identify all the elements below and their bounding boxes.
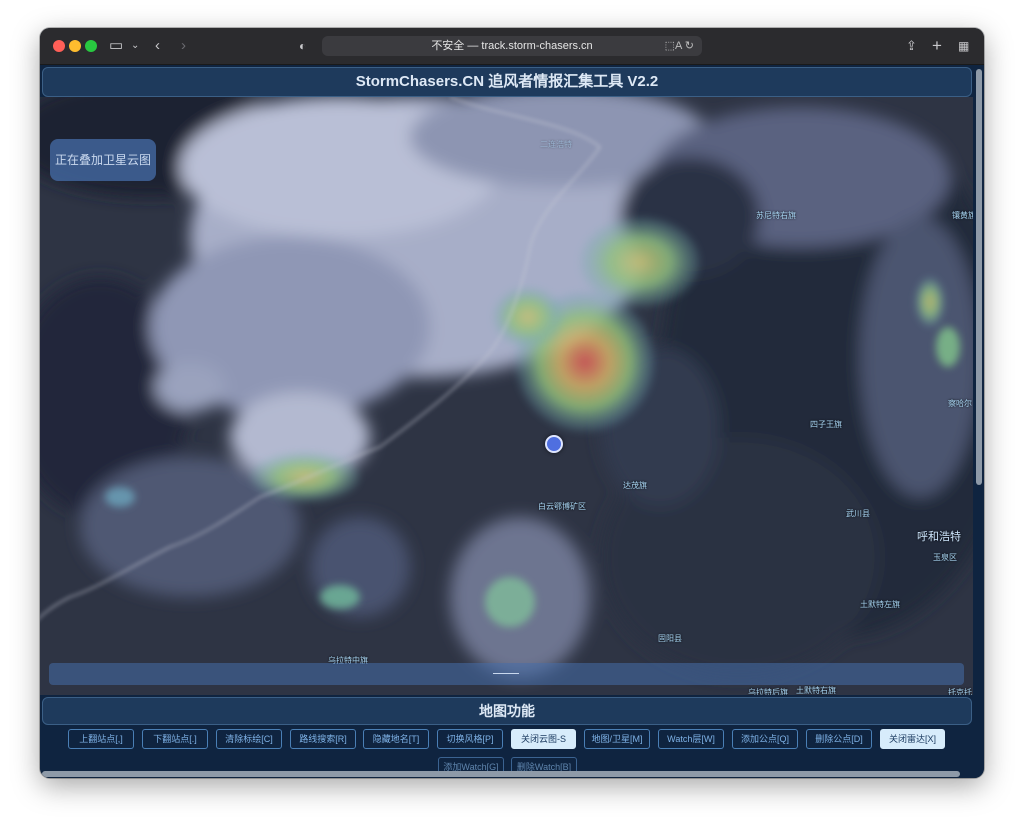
map-label: 二连浩特 <box>540 140 572 149</box>
map-label: 苏尼特右旗 <box>756 211 796 220</box>
map-label: 玉泉区 <box>933 553 957 562</box>
next-station-button[interactable]: 下翻站点[.] <box>142 729 208 749</box>
share-icon[interactable]: ⇪ <box>906 36 917 56</box>
map-label: 达茂旗 <box>623 481 647 490</box>
minimize-window-button[interactable] <box>69 40 81 52</box>
map-label: 土默特右旗 <box>796 686 836 695</box>
map-label: 四子王旗 <box>810 420 842 429</box>
overlay-status-badge: 正在叠加卫星云图 <box>50 139 156 181</box>
forward-icon[interactable]: › <box>181 36 186 56</box>
prev-station-button[interactable]: 上翻站点[,] <box>68 729 134 749</box>
hide-placenames-button[interactable]: 隐藏地名[T] <box>363 729 429 749</box>
horizontal-scrollbar[interactable] <box>40 770 973 778</box>
close-cloud-image-button[interactable]: 关闭云图-S <box>511 729 576 749</box>
scrubber-handle[interactable] <box>493 673 519 674</box>
web-page: StormChasers.CN 追风者情报汇集工具 V2.2 正在叠加卫星云图 … <box>40 65 984 778</box>
map-label: 白云鄂博矿区 <box>538 502 586 511</box>
back-icon[interactable]: ‹ <box>155 36 160 56</box>
app-title: StormChasers.CN 追风者情报汇集工具 V2.2 <box>42 67 972 97</box>
map-label: 镶黄旗 <box>952 211 973 220</box>
time-scrubber[interactable] <box>49 663 964 685</box>
vertical-scroll-thumb[interactable] <box>976 69 982 485</box>
privacy-shield-icon[interactable]: ◐ <box>299 36 306 56</box>
map-satellite-toggle-button[interactable]: 地图/卫星[M] <box>584 729 650 749</box>
delete-point-button[interactable]: 删除公点[D] <box>806 729 872 749</box>
vertical-scrollbar[interactable] <box>975 65 983 778</box>
address-bar[interactable]: 不安全 — track.storm-chasers.cn ⬚A ↻ <box>322 36 702 56</box>
browser-toolbar: ▭ ⌄ ‹ › ◐ 不安全 — track.storm-chasers.cn ⬚… <box>40 28 984 65</box>
map-functions-title: 地图功能 <box>42 697 972 725</box>
map-label: 武川县 <box>846 509 870 518</box>
close-window-button[interactable] <box>53 40 65 52</box>
horizontal-scroll-thumb[interactable] <box>42 771 960 777</box>
route-search-button[interactable]: 路线搜索[R] <box>290 729 356 749</box>
browser-window: ▭ ⌄ ‹ › ◐ 不安全 — track.storm-chasers.cn ⬚… <box>40 28 984 778</box>
tab-overview-icon[interactable]: ▦ <box>958 36 969 56</box>
new-tab-icon[interactable]: + <box>932 36 942 56</box>
map-label: 托克托 <box>948 688 972 695</box>
map-label: 呼和浩特 <box>917 531 961 543</box>
clear-drawings-button[interactable]: 清除标绘[C] <box>216 729 282 749</box>
map-label: 察哈尔 <box>948 399 972 408</box>
satellite-cloud-image <box>40 97 973 695</box>
sidebar-icon[interactable]: ▭ <box>109 36 123 56</box>
chevron-down-icon[interactable]: ⌄ <box>131 36 139 56</box>
watch-layer-button[interactable]: Watch层[W] <box>658 729 724 749</box>
location-marker[interactable] <box>545 435 563 453</box>
map-label: 乌拉特后旗 <box>748 688 788 695</box>
close-radar-button[interactable]: 关闭雷达[X] <box>880 729 945 749</box>
zoom-window-button[interactable] <box>85 40 97 52</box>
address-text: 不安全 — track.storm-chasers.cn <box>431 40 593 52</box>
map-label: 固阳县 <box>658 634 682 643</box>
translate-reload-icons[interactable]: ⬚A ↻ <box>665 36 694 56</box>
switch-style-button[interactable]: 切换风格[P] <box>437 729 503 749</box>
satellite-radar-map[interactable]: 正在叠加卫星云图 苏尼特右旗 镶黄旗 四子王旗 察哈尔 达茂旗 白云鄂博矿区 武… <box>40 97 973 695</box>
map-label: 土默特左旗 <box>860 600 900 609</box>
add-point-button[interactable]: 添加公点[Q] <box>732 729 798 749</box>
